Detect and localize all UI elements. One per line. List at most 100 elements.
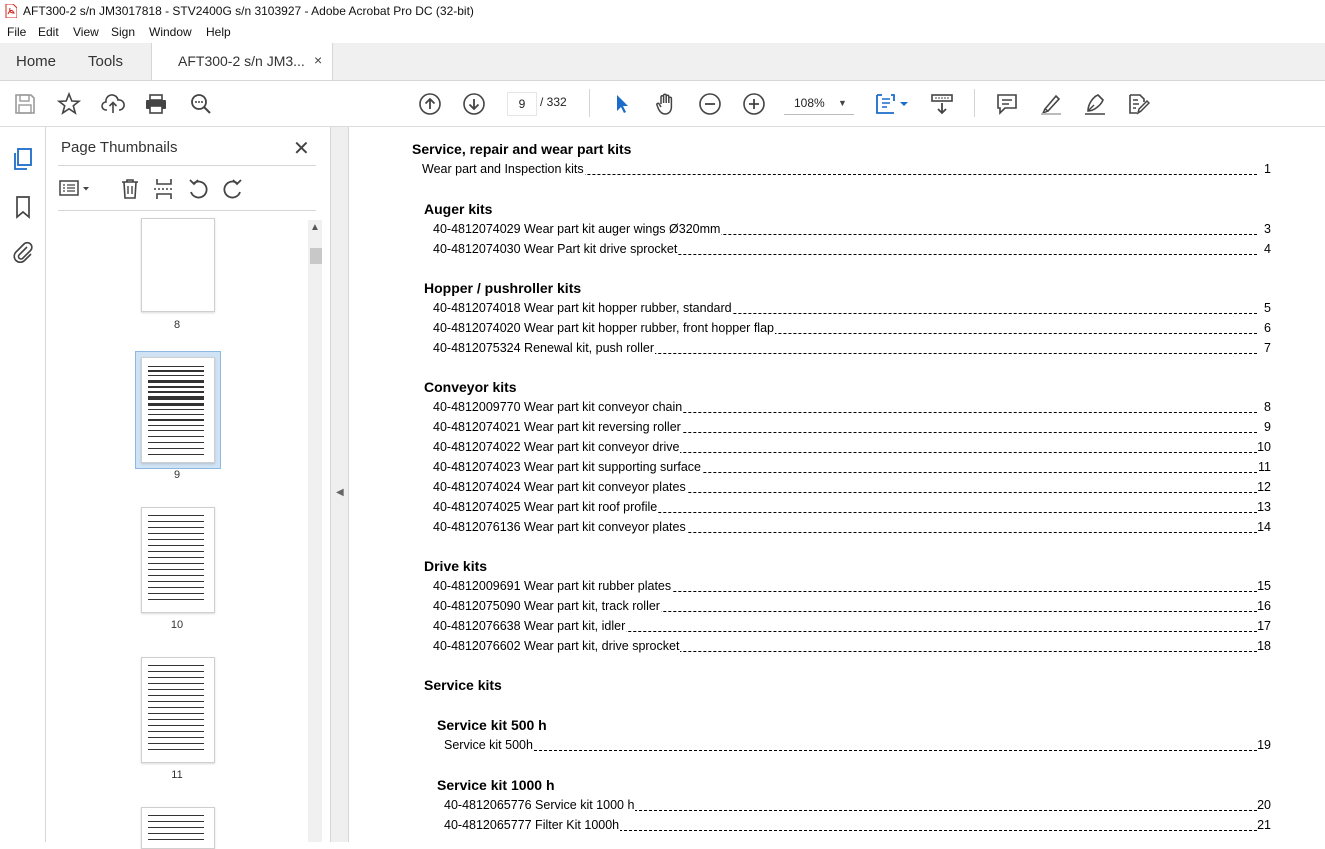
- next-page-icon[interactable]: [462, 92, 486, 116]
- thumbnail-page-9[interactable]: [141, 357, 215, 463]
- fill-sign-icon[interactable]: [1083, 92, 1107, 116]
- toc-page-number: 9: [1264, 420, 1271, 434]
- page-thumbnails-panel: Page Thumbnails ✕ 8 9 10 11 ▲: [46, 127, 331, 849]
- menu-help[interactable]: Help: [206, 25, 231, 39]
- comment-icon[interactable]: [995, 92, 1019, 116]
- rotate-left-icon[interactable]: [186, 177, 210, 201]
- toc-page-number: 10: [1257, 440, 1271, 454]
- toc-heading: Service, repair and wear part kits: [412, 141, 632, 157]
- tab-home[interactable]: Home: [16, 53, 56, 70]
- toc-page-number: 8: [1264, 400, 1271, 414]
- toc-entry-text: Service kit 500h: [444, 738, 534, 752]
- select-cursor-icon[interactable]: [610, 92, 634, 116]
- toc-entry-text: 40-4812076136 Wear part kit conveyor pla…: [433, 520, 687, 534]
- scroll-mode-icon[interactable]: [930, 92, 954, 116]
- toc-entry[interactable]: 40-4812075324 Renewal kit, push roller 7: [433, 341, 1271, 359]
- tab-document[interactable]: AFT300-2 s/n JM3... ×: [151, 43, 333, 80]
- previous-page-icon[interactable]: [418, 92, 442, 116]
- toc-entry[interactable]: 40-4812076638 Wear part kit, idler 17: [433, 619, 1271, 637]
- thumbnail-label: 11: [171, 769, 183, 781]
- panel-title: Page Thumbnails: [61, 139, 178, 156]
- thumbnail-page-10[interactable]: [141, 507, 215, 613]
- page-number-input[interactable]: 9: [507, 92, 537, 116]
- toc-entry-text: Wear part and Inspection kits: [422, 162, 585, 176]
- menu-view[interactable]: View: [73, 25, 99, 39]
- toc-entry[interactable]: 40-4812075090 Wear part kit, track rolle…: [433, 599, 1271, 617]
- collapse-panel-icon[interactable]: ◀: [336, 487, 344, 498]
- menu-window[interactable]: Window: [149, 25, 192, 39]
- edit-pdf-icon[interactable]: [1126, 92, 1151, 116]
- zoom-out-icon[interactable]: [698, 92, 722, 116]
- toc-page-number: 15: [1257, 579, 1271, 593]
- toc-entry[interactable]: 40-4812065776 Service kit 1000 h 20: [444, 798, 1271, 816]
- hand-tool-icon[interactable]: [654, 92, 678, 116]
- print-icon[interactable]: [144, 92, 168, 116]
- toc-entry[interactable]: 40-4812074021 Wear part kit reversing ro…: [433, 420, 1271, 438]
- toc-page-number: 6: [1264, 321, 1271, 335]
- toc-entry[interactable]: 40-4812074018 Wear part kit hopper rubbe…: [433, 301, 1271, 319]
- highlight-pen-icon[interactable]: [1039, 92, 1063, 116]
- split-page-icon[interactable]: [152, 177, 176, 201]
- toc-subsection-title: Service kit 1000 h: [437, 777, 555, 793]
- toolbar: 9 / 332 108% ▼: [0, 81, 1325, 127]
- toc-entry[interactable]: 40-4812074029 Wear part kit auger wings …: [433, 222, 1271, 240]
- toc-entry[interactable]: 40-4812074025 Wear part kit roof profile…: [433, 500, 1271, 518]
- toc-entry-text: 40-4812065777 Filter Kit 1000h: [444, 818, 621, 832]
- toc-page-number: 11: [1258, 460, 1271, 474]
- toc-entry[interactable]: 40-4812009770 Wear part kit conveyor cha…: [433, 400, 1271, 418]
- thumbnail-tools: [58, 177, 318, 207]
- toc-entry-text: 40-4812075324 Renewal kit, push roller: [433, 341, 655, 355]
- toc-entry-text: 40-4812074023 Wear part kit supporting s…: [433, 460, 702, 474]
- toc-entry[interactable]: 40-4812074023 Wear part kit supporting s…: [433, 460, 1271, 478]
- toc-entry-text: 40-4812009770 Wear part kit conveyor cha…: [433, 400, 684, 414]
- toc-entry[interactable]: 40-4812076136 Wear part kit conveyor pla…: [433, 520, 1271, 538]
- fit-page-icon[interactable]: [874, 92, 910, 116]
- panel-splitter[interactable]: ◀: [331, 127, 349, 842]
- toc-entry-text: 40-4812076602 Wear part kit, drive sproc…: [433, 639, 681, 653]
- toc-entry-text: 40-4812075090 Wear part kit, track rolle…: [433, 599, 661, 613]
- toc-entry[interactable]: Wear part and Inspection kits 1: [422, 162, 1271, 180]
- window-title: AFT300-2 s/n JM3017818 - STV2400G s/n 31…: [23, 4, 474, 18]
- attachments-icon[interactable]: [11, 240, 35, 264]
- thumbnail-page-8[interactable]: [141, 218, 215, 312]
- save-icon[interactable]: [13, 92, 37, 116]
- scrollbar-thumb[interactable]: [310, 248, 322, 264]
- thumbnail-page-12[interactable]: [141, 807, 215, 849]
- close-panel-icon[interactable]: ✕: [293, 136, 310, 161]
- toc-entry[interactable]: 40-4812076602 Wear part kit, drive sproc…: [433, 639, 1271, 657]
- toc-section-title: Hopper / pushroller kits: [424, 280, 582, 296]
- toc-entry[interactable]: 40-4812074020 Wear part kit hopper rubbe…: [433, 321, 1271, 339]
- zoom-in-icon[interactable]: [742, 92, 766, 116]
- upload-cloud-icon[interactable]: [101, 92, 125, 116]
- toc-entry[interactable]: Service kit 500h 19: [444, 738, 1271, 756]
- toc-entry[interactable]: 40-4812009691 Wear part kit rubber plate…: [433, 579, 1271, 597]
- thumbnail-page-11[interactable]: [141, 657, 215, 763]
- panel-divider: [58, 210, 316, 211]
- menu-sign[interactable]: Sign: [111, 25, 135, 39]
- thumbnail-scrollbar[interactable]: ▲: [308, 220, 322, 842]
- toc-entry[interactable]: 40-4812074024 Wear part kit conveyor pla…: [433, 480, 1271, 498]
- toc-entry[interactable]: 40-4812074022 Wear part kit conveyor dri…: [433, 440, 1271, 458]
- page-thumbnails-icon[interactable]: [11, 147, 35, 171]
- tab-bar: Home Tools AFT300-2 s/n JM3... ×: [0, 43, 1325, 81]
- rotate-right-icon[interactable]: [221, 177, 245, 201]
- toolbar-divider: [589, 89, 590, 117]
- menu-edit[interactable]: Edit: [38, 25, 59, 39]
- scroll-up-icon[interactable]: ▲: [310, 222, 320, 233]
- delete-icon[interactable]: [118, 177, 142, 201]
- toc-entry[interactable]: 40-4812074030 Wear Part kit drive sprock…: [433, 242, 1271, 260]
- zoom-level-dropdown[interactable]: 108% ▼: [784, 92, 854, 115]
- tab-tools[interactable]: Tools: [88, 53, 123, 70]
- bookmarks-icon[interactable]: [11, 195, 35, 219]
- toc-entry[interactable]: 40-4812065777 Filter Kit 1000h 21: [444, 818, 1271, 836]
- options-menu-icon[interactable]: [58, 177, 94, 201]
- menu-file[interactable]: File: [7, 25, 26, 39]
- toc-page-number: 3: [1264, 222, 1271, 236]
- toc-entry-text: 40-4812009691 Wear part kit rubber plate…: [433, 579, 673, 593]
- close-tab-icon[interactable]: ×: [314, 52, 322, 68]
- find-zoom-icon[interactable]: [189, 92, 213, 116]
- bookmark-star-icon[interactable]: [56, 91, 82, 116]
- toc-subsection-title: Service kit 500 h: [437, 717, 547, 733]
- toc-page-number: 20: [1257, 798, 1271, 812]
- toc-page-number: 21: [1257, 818, 1271, 832]
